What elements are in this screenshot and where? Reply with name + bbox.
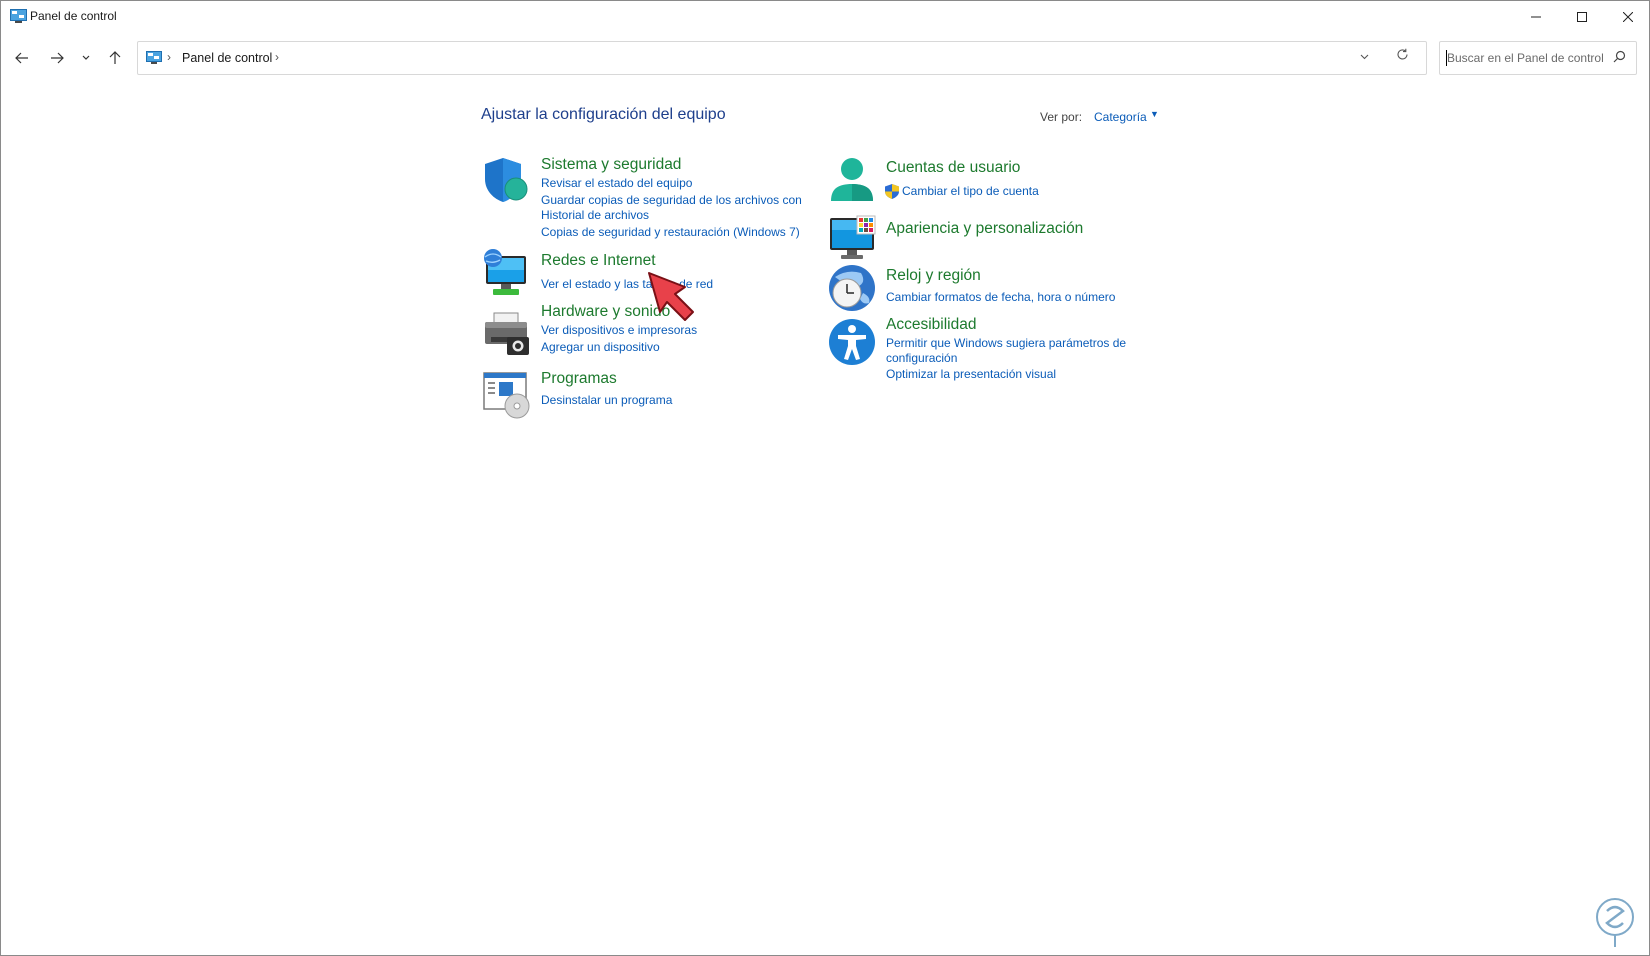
address-bar[interactable]: › Panel de control › [137,41,1427,75]
view-by-label: Ver por: [1040,110,1083,124]
accessibility-icon[interactable] [827,317,877,367]
maximize-icon [1577,11,1587,22]
up-arrow-icon [109,51,121,64]
clock-globe-icon[interactable] [827,263,877,313]
link-desinstalar-programa[interactable]: Desinstalar un programa [541,393,672,408]
category-accesibilidad[interactable]: Accesibilidad [886,316,976,334]
close-button[interactable] [1605,1,1650,32]
network-monitor-icon[interactable] [481,248,531,298]
search-box[interactable] [1439,41,1637,75]
minimize-icon [1531,16,1541,17]
link-guardar-copias[interactable]: Guardar copias de seguridad de los archi… [541,193,802,208]
close-icon [1623,11,1633,22]
forward-arrow-icon [51,52,64,64]
category-sistema-y-seguridad[interactable]: Sistema y seguridad [541,156,681,174]
category-cuentas-de-usuario[interactable]: Cuentas de usuario [886,159,1020,177]
refresh-icon [1397,48,1408,60]
title-bar: Panel de control [1,1,1649,32]
user-icon[interactable] [827,156,877,206]
view-by-dropdown[interactable]: Categoría [1094,110,1147,124]
monitor-palette-icon[interactable] [827,214,877,264]
link-cambiar-tipo-cuenta[interactable]: Cambiar el tipo de cuenta [902,184,1039,199]
control-panel-small-icon [146,51,162,64]
link-optimizar-presentacion[interactable]: Optimizar la presentación visual [886,367,1056,382]
control-panel-app-icon [10,9,27,23]
link-agregar-dispositivo[interactable]: Agregar un dispositivo [541,340,660,355]
uac-shield-icon [885,184,899,199]
shield-icon[interactable] [481,155,531,205]
chevron-down-icon [82,55,90,60]
link-historial-archivos[interactable]: Historial de archivos [541,208,649,223]
caret-down-icon[interactable]: ▼ [1150,109,1159,119]
printer-icon[interactable] [481,309,531,359]
link-cambiar-formatos[interactable]: Cambiar formatos de fecha, hora o número [886,290,1115,305]
category-reloj-y-region[interactable]: Reloj y región [886,267,981,285]
recent-locations-button[interactable] [73,45,99,71]
category-apariencia-y-personalizacion[interactable]: Apariencia y personalización [886,220,1083,238]
up-button[interactable] [102,45,128,71]
refresh-button[interactable] [1396,48,1409,65]
link-revisar-estado[interactable]: Revisar el estado del equipo [541,176,692,191]
minimize-button[interactable] [1513,1,1559,32]
red-arrow-pointer-icon [648,272,694,321]
search-icon[interactable] [1613,50,1626,66]
maximize-button[interactable] [1559,1,1605,32]
chevron-down-icon [1360,54,1369,60]
page-title: Ajustar la configuración del equipo [481,106,726,123]
link-copias-restauracion[interactable]: Copias de seguridad y restauración (Wind… [541,225,800,240]
address-dropdown-button[interactable] [1360,49,1369,63]
breadcrumb-separator-end[interactable]: › [275,50,279,64]
back-arrow-icon [15,52,28,64]
programs-disc-icon[interactable] [481,370,531,420]
search-input[interactable] [1447,42,1607,74]
breadcrumb-separator[interactable]: › [167,50,171,64]
breadcrumb-panel-de-control[interactable]: Panel de control [182,51,272,65]
link-permitir-windows-sugiera[interactable]: Permitir que Windows sugiera parámetros … [886,336,1126,351]
watermark-logo-icon [1596,898,1634,947]
window-title: Panel de control [30,9,117,23]
category-programas[interactable]: Programas [541,370,617,388]
control-panel-window: Panel de control › Panel de control › Bu… [0,0,1650,956]
link-configuracion[interactable]: configuración [886,351,957,366]
back-button[interactable] [9,45,35,71]
forward-button[interactable] [44,45,70,71]
category-redes-e-internet[interactable]: Redes e Internet [541,252,656,270]
